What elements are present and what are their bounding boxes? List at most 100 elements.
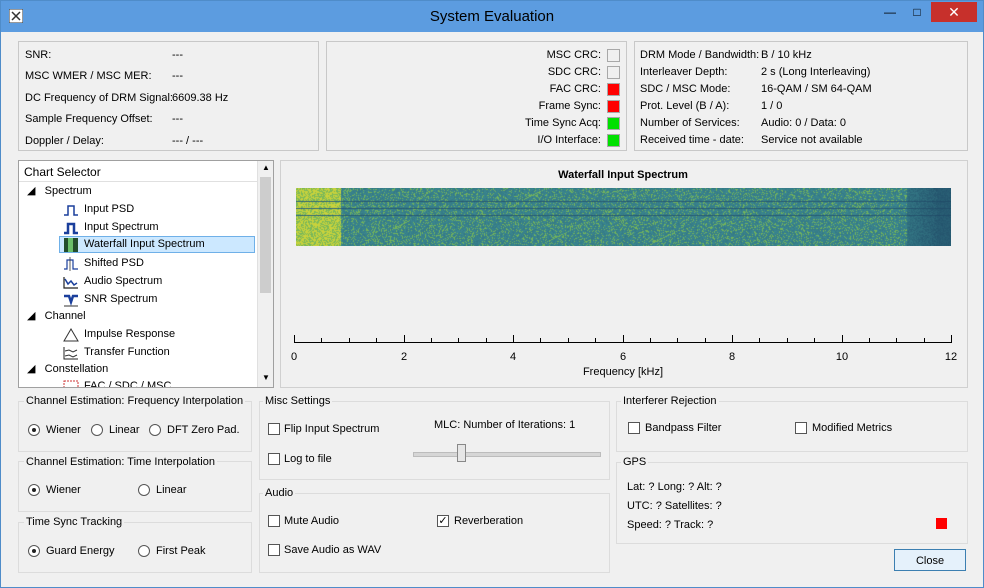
- audio-group: [259, 493, 610, 573]
- msc-crc-label: MSC CRC:: [546, 49, 601, 61]
- log-to-file-checkbox[interactable]: [268, 453, 280, 465]
- drm-mode-label: DRM Mode / Bandwidth:: [640, 49, 760, 61]
- received-time-value: Service not available: [761, 134, 863, 146]
- chart-selector-header: Chart Selector: [19, 161, 273, 182]
- freq-dft-label[interactable]: DFT Zero Pad.: [167, 424, 240, 436]
- axis-tick-label: 2: [400, 351, 408, 363]
- reverberation-checkbox[interactable]: ✓: [437, 515, 449, 527]
- axis-tick: [705, 338, 706, 343]
- sdc-msc-mode-label: SDC / MSC Mode:: [640, 83, 731, 95]
- transfer-function-icon: [63, 347, 78, 360]
- frequency-interpolation-title: Channel Estimation: Frequency Interpolat…: [24, 395, 246, 407]
- freq-linear-label[interactable]: Linear: [109, 424, 140, 436]
- tree-item-label: FAC / SDC / MSC: [84, 380, 172, 388]
- drm-mode-value: B / 10 kHz: [761, 49, 812, 61]
- maximize-button[interactable]: □: [904, 2, 930, 22]
- mlc-slider-track[interactable]: [413, 452, 601, 457]
- drm-info-panel: DRM Mode / Bandwidth: B / 10 kHz Interle…: [634, 41, 968, 151]
- axis-tick: [595, 338, 596, 343]
- close-button[interactable]: Close: [894, 549, 966, 571]
- first-peak-radio[interactable]: [138, 545, 150, 557]
- axis-tick: [951, 335, 952, 343]
- axis-tick: [759, 338, 760, 343]
- mlc-iterations-label: MLC: Number of Iterations: 1: [434, 419, 576, 431]
- tree-item-waterfall-spectrum[interactable]: Waterfall Input Spectrum: [59, 236, 255, 253]
- scroll-up-icon[interactable]: ▲: [258, 163, 273, 172]
- reverberation-label[interactable]: Reverberation: [454, 515, 523, 527]
- bandpass-filter-checkbox[interactable]: [628, 422, 640, 434]
- guard-energy-radio[interactable]: [28, 545, 40, 557]
- tree-item-label: Input PSD: [84, 203, 135, 215]
- log-to-file-label[interactable]: Log to file: [284, 453, 332, 465]
- scroll-down-icon[interactable]: ▼: [258, 373, 273, 382]
- axis-tick: [869, 338, 870, 343]
- mlc-slider-handle[interactable]: [457, 444, 466, 462]
- axis-tick: [732, 335, 733, 343]
- bandpass-filter-label[interactable]: Bandpass Filter: [645, 422, 721, 434]
- io-interface-label: I/O Interface:: [537, 134, 601, 146]
- time-wiener-label[interactable]: Wiener: [46, 484, 81, 496]
- tree-scrollbar[interactable]: ▲ ▼: [257, 161, 273, 387]
- axis-tick-label: 6: [619, 351, 627, 363]
- first-peak-label[interactable]: First Peak: [156, 545, 206, 557]
- time-linear-radio[interactable]: [138, 484, 150, 496]
- flip-spectrum-checkbox[interactable]: [268, 423, 280, 435]
- waterfall-plot[interactable]: [296, 188, 951, 246]
- sample-offset-label: Sample Frequency Offset:: [25, 113, 153, 125]
- axis-tick: [540, 338, 541, 343]
- sample-offset-value: ---: [172, 113, 183, 125]
- freq-dft-radio[interactable]: [149, 424, 161, 436]
- time-linear-label[interactable]: Linear: [156, 484, 187, 496]
- axis-tick: [896, 338, 897, 343]
- axis-tick: [924, 338, 925, 343]
- window-title: System Evaluation: [429, 8, 555, 25]
- save-wav-checkbox[interactable]: [268, 544, 280, 556]
- freq-wiener-radio[interactable]: [28, 424, 40, 436]
- interleaver-value: 2 s (Long Interleaving): [761, 66, 871, 78]
- doppler-label: Doppler / Delay:: [25, 135, 104, 147]
- tree-group-constellation[interactable]: ◢ Constellation: [27, 361, 108, 378]
- guard-energy-label[interactable]: Guard Energy: [46, 545, 114, 557]
- axis-tick: [458, 338, 459, 343]
- axis-tick: [842, 335, 843, 343]
- title-bar[interactable]: System Evaluation — □ ✕: [1, 1, 983, 32]
- waterfall-icon: [64, 238, 78, 252]
- frame-sync-label: Frame Sync:: [538, 100, 601, 112]
- tree-group-channel[interactable]: ◢ Channel: [27, 308, 86, 325]
- services-label: Number of Services:: [640, 117, 740, 129]
- mute-audio-checkbox[interactable]: [268, 515, 280, 527]
- tree-group-channel-label: Channel: [44, 310, 86, 322]
- wmer-label: MSC WMER / MSC MER:: [25, 70, 152, 82]
- signal-status-panel: SNR: --- MSC WMER / MSC MER: --- DC Freq…: [18, 41, 319, 151]
- tree-group-constellation-label: Constellation: [44, 363, 109, 375]
- snr-spectrum-icon: [64, 294, 78, 307]
- minimize-button[interactable]: —: [877, 2, 903, 22]
- flip-spectrum-label[interactable]: Flip Input Spectrum: [284, 423, 379, 435]
- audio-title: Audio: [263, 487, 296, 499]
- freq-linear-radio[interactable]: [91, 424, 103, 436]
- modified-metrics-label[interactable]: Modified Metrics: [812, 422, 892, 434]
- system-evaluation-window: System Evaluation — □ ✕ SNR: --- MSC WME…: [0, 0, 984, 588]
- mute-audio-label[interactable]: Mute Audio: [284, 515, 339, 527]
- msc-crc-indicator: [607, 49, 620, 62]
- sdc-crc-label: SDC CRC:: [547, 66, 601, 78]
- axis-tick-label: 8: [728, 351, 736, 363]
- save-wav-label[interactable]: Save Audio as WAV: [284, 544, 381, 556]
- prot-level-value: 1 / 0: [761, 100, 783, 112]
- scroll-thumb[interactable]: [260, 177, 271, 293]
- modified-metrics-checkbox[interactable]: [795, 422, 807, 434]
- gps-status-indicator: [936, 518, 947, 529]
- impulse-response-icon: [63, 328, 79, 342]
- interferer-rejection-title: Interferer Rejection: [621, 395, 719, 407]
- window-close-button[interactable]: ✕: [931, 2, 977, 22]
- tree-group-spectrum[interactable]: ◢ Spectrum: [27, 183, 92, 200]
- expand-arrow-icon: ◢: [27, 310, 36, 322]
- freq-wiener-label[interactable]: Wiener: [46, 424, 81, 436]
- time-wiener-radio[interactable]: [28, 484, 40, 496]
- chart-selector-header-label: Chart Selector: [24, 165, 101, 179]
- frame-sync-indicator: [607, 100, 620, 113]
- chart-selector-tree[interactable]: Chart Selector ◢ Spectrum Input PSD Inpu…: [18, 160, 274, 388]
- axis-tick: [623, 335, 624, 343]
- dc-frequency-label: DC Frequency of DRM Signal:: [25, 92, 173, 104]
- snr-label: SNR:: [25, 49, 52, 61]
